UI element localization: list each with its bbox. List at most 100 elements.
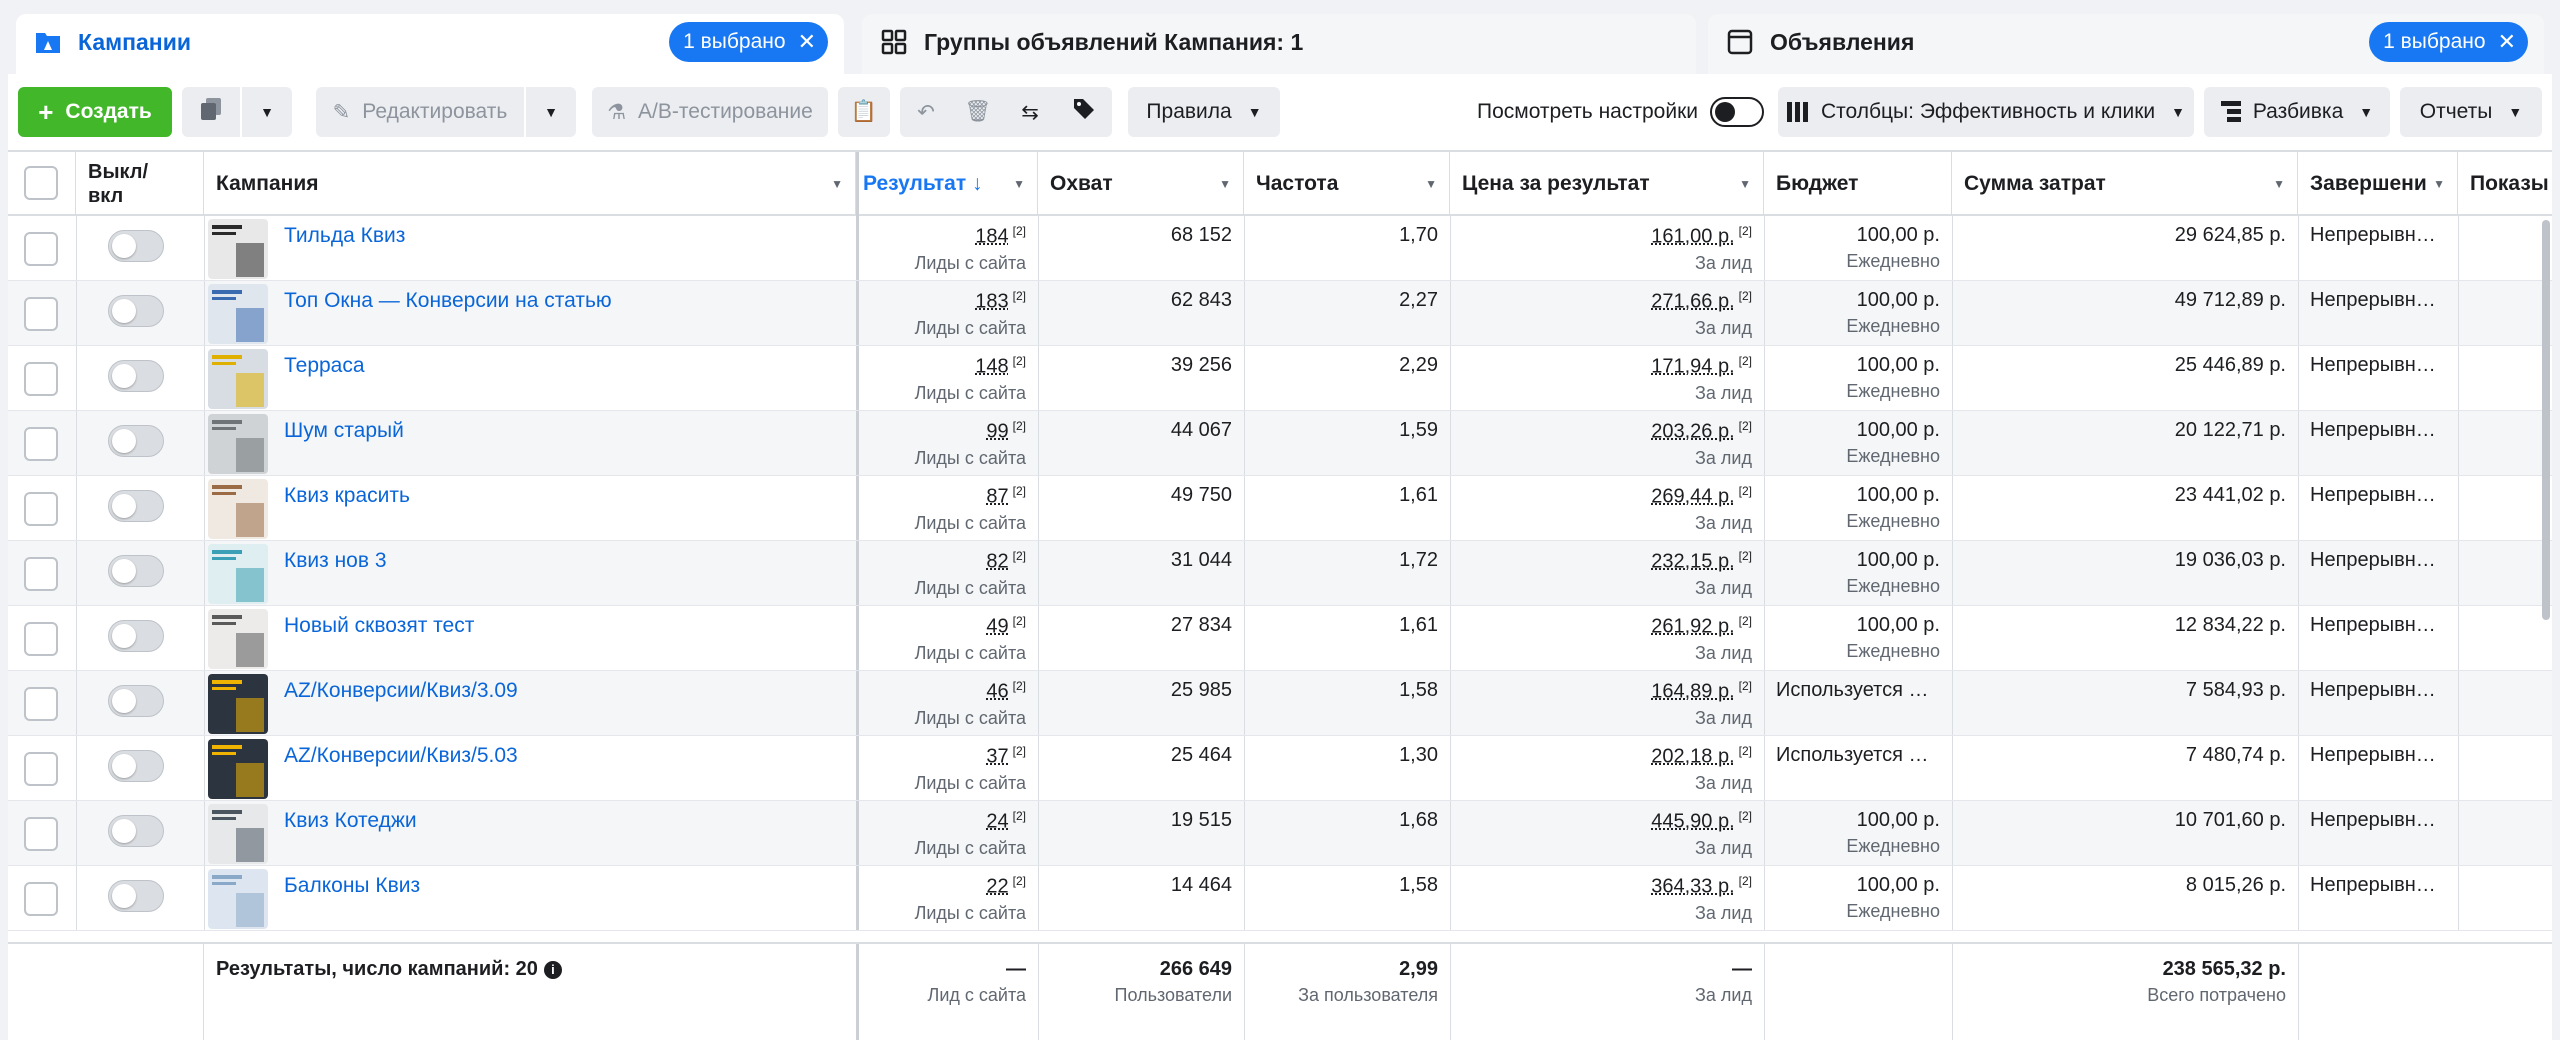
table-row[interactable]: Терраса 148 [2] Лиды с сайта 39 256 2,29 …: [8, 346, 2552, 411]
close-icon[interactable]: ✕: [2498, 29, 2516, 55]
row-checkbox[interactable]: [24, 492, 58, 526]
columns-button[interactable]: Столбцы: Эффективность и клики ▼: [1778, 87, 2194, 137]
campaign-name-link[interactable]: Квиз красить: [284, 484, 410, 508]
tab-ads[interactable]: Объявления 1 выбрано ✕: [1708, 14, 2544, 80]
campaign-toggle[interactable]: [108, 360, 164, 392]
export-button[interactable]: ⇆: [1004, 87, 1056, 137]
cpr-value[interactable]: 445,90 р.: [1651, 811, 1734, 833]
row-checkbox[interactable]: [24, 232, 58, 266]
campaign-toggle[interactable]: [108, 620, 164, 652]
cpr-value[interactable]: 171,94 р.: [1651, 356, 1734, 378]
campaign-name-link[interactable]: Топ Окна — Конверсии на статью: [284, 289, 612, 313]
header-cost-per-result[interactable]: Цена за результат ▼: [1450, 152, 1764, 216]
campaign-toggle[interactable]: [108, 685, 164, 717]
create-button[interactable]: + Создать: [18, 87, 172, 137]
delete-button[interactable]: 🗑: [952, 87, 1004, 137]
result-value[interactable]: 46: [986, 681, 1008, 703]
table-row[interactable]: AZ/Конверсии/Квиз/3.09 46 [2] Лиды с сайт…: [8, 671, 2552, 736]
campaign-name-link[interactable]: AZ/Конверсии/Квиз/3.09: [284, 679, 518, 703]
table-row[interactable]: Топ Окна — Конверсии на статью 183 [2] Ли…: [8, 281, 2552, 346]
campaign-toggle[interactable]: [108, 230, 164, 262]
campaign-name-link[interactable]: Шум старый: [284, 419, 404, 443]
result-value[interactable]: 49: [986, 616, 1008, 638]
table-row[interactable]: Квиз нов 3 82 [2] Лиды с сайта 31 044 1,7…: [8, 541, 2552, 606]
campaign-name-link[interactable]: Новый сквозят тест: [284, 614, 474, 638]
table-row[interactable]: Квиз красить 87 [2] Лиды с сайта 49 750 1…: [8, 476, 2552, 541]
header-result[interactable]: Результат ↓ ▼: [856, 152, 1038, 216]
cpr-value[interactable]: 232,15 р.: [1651, 551, 1734, 573]
campaign-toggle[interactable]: [108, 295, 164, 327]
cpr-value[interactable]: 269,44 р.: [1651, 486, 1734, 508]
campaign-name-link[interactable]: Квиз Котеджи: [284, 809, 417, 833]
campaign-toggle[interactable]: [108, 880, 164, 912]
duplicate-dropdown[interactable]: ▼: [242, 87, 292, 137]
cpr-value[interactable]: 203,26 р.: [1651, 421, 1734, 443]
breakdown-button[interactable]: Разбивка ▼: [2204, 87, 2390, 137]
campaign-name-link[interactable]: Балконы Квиз: [284, 874, 420, 898]
campaign-toggle[interactable]: [108, 555, 164, 587]
table-row[interactable]: AZ/Конверсии/Квиз/5.03 37 [2] Лиды с сайт…: [8, 736, 2552, 801]
tag-button[interactable]: [1056, 87, 1112, 137]
row-checkbox[interactable]: [24, 362, 58, 396]
cpr-value[interactable]: 261,92 р.: [1651, 616, 1734, 638]
vertical-scrollbar[interactable]: [2542, 220, 2550, 620]
campaign-name-link[interactable]: Тильда Квиз: [284, 224, 405, 248]
header-spent[interactable]: Сумма затрат ▼: [1952, 152, 2298, 216]
row-checkbox[interactable]: [24, 557, 58, 591]
tab-campaigns[interactable]: Кампании 1 выбрано ✕: [16, 14, 844, 80]
table-row[interactable]: Квиз Котеджи 24 [2] Лиды с сайта 19 515 1…: [8, 801, 2552, 866]
row-checkbox[interactable]: [24, 622, 58, 656]
campaign-name-link[interactable]: Квиз нов 3: [284, 549, 387, 573]
result-value[interactable]: 99: [986, 421, 1008, 443]
result-value[interactable]: 24: [986, 811, 1008, 833]
reports-button[interactable]: Отчеты ▼: [2400, 87, 2542, 137]
result-value[interactable]: 37: [986, 746, 1008, 768]
cpr-value[interactable]: 161,00 р.: [1651, 226, 1734, 248]
header-impressions[interactable]: Показы: [2458, 152, 2552, 216]
ab-test-button[interactable]: ⚗ A/B-тестирование: [592, 87, 828, 137]
campaign-toggle[interactable]: [108, 490, 164, 522]
duplicate-button[interactable]: [182, 87, 240, 137]
table-row[interactable]: Новый сквозят тест 49 [2] Лиды с сайта 27…: [8, 606, 2552, 671]
table-row[interactable]: Тильда Квиз 184 [2] Лиды с сайта 68 152 1…: [8, 216, 2552, 281]
result-value[interactable]: 87: [986, 486, 1008, 508]
info-icon[interactable]: i: [543, 960, 562, 979]
result-value[interactable]: 184: [975, 226, 1008, 248]
close-icon[interactable]: ✕: [798, 29, 816, 55]
cpr-value[interactable]: 202,18 р.: [1651, 746, 1734, 768]
campaign-name-link[interactable]: Терраса: [284, 354, 365, 378]
row-checkbox[interactable]: [24, 687, 58, 721]
result-value[interactable]: 82: [986, 551, 1008, 573]
campaign-toggle[interactable]: [108, 750, 164, 782]
select-all-checkbox[interactable]: [24, 166, 58, 200]
result-value[interactable]: 148: [975, 356, 1008, 378]
selected-pill[interactable]: 1 выбрано ✕: [669, 22, 828, 62]
undo-button[interactable]: ↶: [900, 87, 952, 137]
header-budget[interactable]: Бюджет: [1764, 152, 1952, 216]
result-value[interactable]: 183: [975, 291, 1008, 313]
table-row[interactable]: Шум старый 99 [2] Лиды с сайта 44 067 1,5…: [8, 411, 2552, 476]
row-checkbox[interactable]: [24, 817, 58, 851]
view-settings-toggle[interactable]: [1710, 97, 1764, 127]
tab-adsets[interactable]: Группы объявлений Кампания: 1: [862, 14, 1696, 80]
campaign-name-link[interactable]: AZ/Конверсии/Квиз/5.03: [284, 744, 518, 768]
row-checkbox[interactable]: [24, 752, 58, 786]
cpr-value[interactable]: 364,33 р.: [1651, 876, 1734, 898]
header-ends[interactable]: Завершени ▼: [2298, 152, 2458, 216]
cpr-value[interactable]: 164,89 р.: [1651, 681, 1734, 703]
edit-button[interactable]: ✎ Редактировать: [316, 87, 524, 137]
cpr-value[interactable]: 271,66 р.: [1651, 291, 1734, 313]
row-checkbox[interactable]: [24, 882, 58, 916]
rules-button[interactable]: Правила ▼: [1128, 87, 1280, 137]
row-checkbox[interactable]: [24, 297, 58, 331]
campaign-toggle[interactable]: [108, 815, 164, 847]
row-checkbox[interactable]: [24, 427, 58, 461]
selected-pill[interactable]: 1 выбрано ✕: [2369, 22, 2528, 62]
clipboard-button[interactable]: 📋: [838, 87, 890, 137]
header-reach[interactable]: Охват ▼: [1038, 152, 1244, 216]
result-value[interactable]: 22: [986, 876, 1008, 898]
header-frequency[interactable]: Частота ▼: [1244, 152, 1450, 216]
table-row[interactable]: Балконы Квиз 22 [2] Лиды с сайта 14 464 1…: [8, 866, 2552, 931]
header-campaign[interactable]: Кампания ▼: [204, 152, 856, 216]
edit-dropdown[interactable]: ▼: [526, 87, 576, 137]
